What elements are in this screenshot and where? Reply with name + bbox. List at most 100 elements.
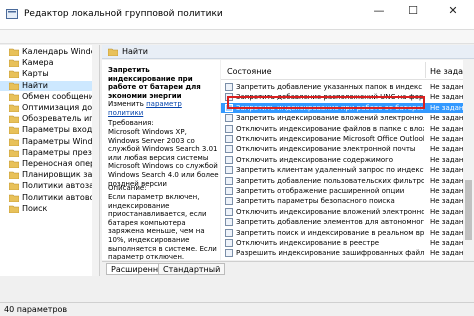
table-row[interactable]: Отключить индексирование Microsoft Offic…	[221, 134, 474, 144]
tree-item-label: Переносная операционная	[22, 159, 99, 168]
tree-item[interactable]: Обозреватель игр	[0, 114, 99, 124]
setting-name: Отключить индексирование вложений электр…	[236, 207, 424, 216]
table-row[interactable]: Запретить добавление элементов для автон…	[221, 217, 474, 227]
tree-item-label: Параметры входа Windows	[22, 125, 99, 135]
table-row[interactable]: Отключить индексирование вложений электр…	[221, 207, 474, 217]
folder-icon	[9, 194, 19, 202]
policy-setting-icon	[225, 207, 233, 216]
tree-item[interactable]: Параметры Windows	[0, 137, 99, 147]
table-row[interactable]: Запретить добавление указанных папок в и…	[221, 82, 474, 92]
policy-setting-icon	[225, 166, 233, 175]
scrollbar-thumb[interactable]	[465, 180, 472, 240]
maximize-button[interactable]: ☐	[398, 0, 428, 22]
policy-setting-icon	[225, 197, 233, 206]
tree-item[interactable]: Параметры презентации	[0, 147, 99, 158]
policy-setting-icon	[225, 249, 233, 258]
table-row[interactable]: Запретить отображение расширенной опции Н…	[221, 186, 474, 196]
folder-icon	[9, 127, 19, 135]
description-label: Описание:	[108, 184, 147, 192]
tree-item[interactable]: Камера	[0, 58, 99, 68]
tree-item-label: Обозреватель игр	[22, 114, 99, 124]
policy-setting-icon	[225, 228, 233, 237]
policy-setting-icon	[225, 218, 233, 227]
description-text: Если параметр включен, индексирование пр…	[108, 193, 217, 260]
table-row[interactable]: Отключить индексирование файлов в папке …	[221, 124, 474, 134]
status-text: 40 параметров	[4, 305, 68, 314]
tree-item-label: Планировщик заданий	[22, 170, 99, 180]
toolbar	[0, 30, 474, 44]
tree-vertical-scrollbar[interactable]	[92, 45, 99, 301]
tree-item-label: Камера	[22, 58, 54, 68]
folder-icon	[9, 93, 19, 101]
policy-setting-icon	[225, 239, 233, 247]
policy-setting-icon	[225, 135, 233, 143]
breadcrumb-label: Найти	[122, 47, 148, 56]
folder-icon	[9, 183, 19, 191]
tree-item[interactable]: Календарь Windows	[0, 47, 99, 57]
requirements-label: Требования:	[108, 119, 154, 127]
policy-setting-icon	[225, 176, 233, 185]
table-row[interactable]: Разрешить индексирование зашифрованных ф…	[221, 248, 474, 258]
tree-item[interactable]: Политики автозапуска	[0, 181, 99, 191]
tree-item[interactable]: Планировщик заданий	[0, 170, 99, 180]
policy-setting-icon	[225, 124, 233, 133]
table-row[interactable]: Запретить клиентам удаленный запрос по и…	[221, 165, 474, 175]
folder-icon	[108, 48, 118, 56]
close-button[interactable]: ✕	[432, 0, 474, 22]
tree-item[interactable]: Политики автовоспроизведения	[0, 193, 99, 203]
column-separator[interactable]	[425, 62, 426, 78]
setting-name: Запретить клиентам удаленный запрос по и…	[236, 166, 424, 175]
tree-item-label: Карты	[22, 69, 49, 79]
tree-item-label: Оптимизация доставки	[22, 103, 100, 112]
tree-item[interactable]: Карты	[0, 69, 99, 79]
setting-name: Отключить индексирование Microsoft Offic…	[236, 135, 424, 143]
folder-icon	[9, 115, 19, 124]
setting-name: Запретить добавление указанных папок в и…	[236, 83, 423, 91]
setting-name: Отключить индексирование файлов в папке …	[236, 124, 424, 133]
table-row[interactable]: Запретить параметры безопасного поиска Не…	[221, 196, 474, 206]
setting-name: Запретить отображение расширенной опции	[236, 187, 405, 195]
setting-name: Запретить добавление элементов для автон…	[236, 218, 424, 227]
setting-name: Разрешить индексирование зашифрованных ф…	[236, 249, 424, 258]
setting-name: Отключить индексирование содержимого	[236, 155, 394, 164]
column-header-state[interactable]: Состояние	[227, 67, 272, 76]
app-icon	[6, 9, 18, 19]
policy-setting-icon	[225, 145, 233, 154]
tree-item[interactable]: Параметры входа Windows	[0, 125, 99, 135]
tree-item[interactable]: Оптимизация доставки	[0, 103, 100, 113]
folder-icon	[9, 138, 19, 146]
highlight-frame	[227, 96, 425, 109]
folder-icon	[9, 82, 19, 90]
tree-item-label: Поиск	[22, 203, 48, 213]
tab-standard[interactable]: Стандартный	[158, 263, 226, 275]
policy-setting-icon	[225, 155, 233, 164]
requirements-text: Microsoft Windows XP, Windows Server 200…	[108, 128, 219, 188]
policy-setting-icon	[225, 114, 233, 123]
tree-item-label: Найти	[22, 80, 48, 90]
setting-name: Запретить параметры безопасного поиска	[236, 197, 395, 206]
tree-item[interactable]: Поиск	[0, 203, 99, 214]
minimize-button[interactable]: —	[364, 0, 394, 22]
tree-item-label: Параметры презентации	[22, 147, 99, 157]
table-row[interactable]: Отключить индексирование содержимого Не з…	[221, 155, 474, 165]
table-row[interactable]: Запретить добавление пользовательских фи…	[221, 176, 474, 186]
breadcrumb: Найти	[102, 45, 474, 59]
tree-item[interactable]: Найти	[0, 80, 99, 91]
policy-tree: ПоискПолитики автовоспроизведения Политик…	[0, 45, 100, 301]
setting-name: Отключить индексирование в реестре	[236, 239, 380, 247]
tree-item[interactable]: Переносная операционная	[0, 159, 99, 169]
tree-item[interactable]: Обмен сообщениями	[0, 92, 99, 102]
view-tabs: Расширенный Стандартный	[102, 261, 474, 275]
table-row[interactable]: Отключить индексирование электронной поч…	[221, 144, 474, 154]
policy-setting-icon	[225, 83, 233, 91]
folder-icon	[9, 160, 19, 168]
table-row[interactable]: Запретить поиск и индексирование в реаль…	[221, 228, 474, 238]
folder-icon	[9, 104, 19, 112]
description-pane: Запретить индексирование при работе от б…	[102, 60, 220, 260]
list-vertical-scrollbar[interactable]	[463, 60, 474, 260]
folder-icon	[9, 149, 19, 157]
folder-icon	[9, 171, 19, 180]
table-row[interactable]: Запретить индексирование вложений электр…	[221, 113, 474, 123]
table-row[interactable]: Отключить индексирование в реестре Не зад…	[221, 238, 474, 248]
title-bar: Редактор локальной групповой политики — …	[0, 0, 474, 30]
